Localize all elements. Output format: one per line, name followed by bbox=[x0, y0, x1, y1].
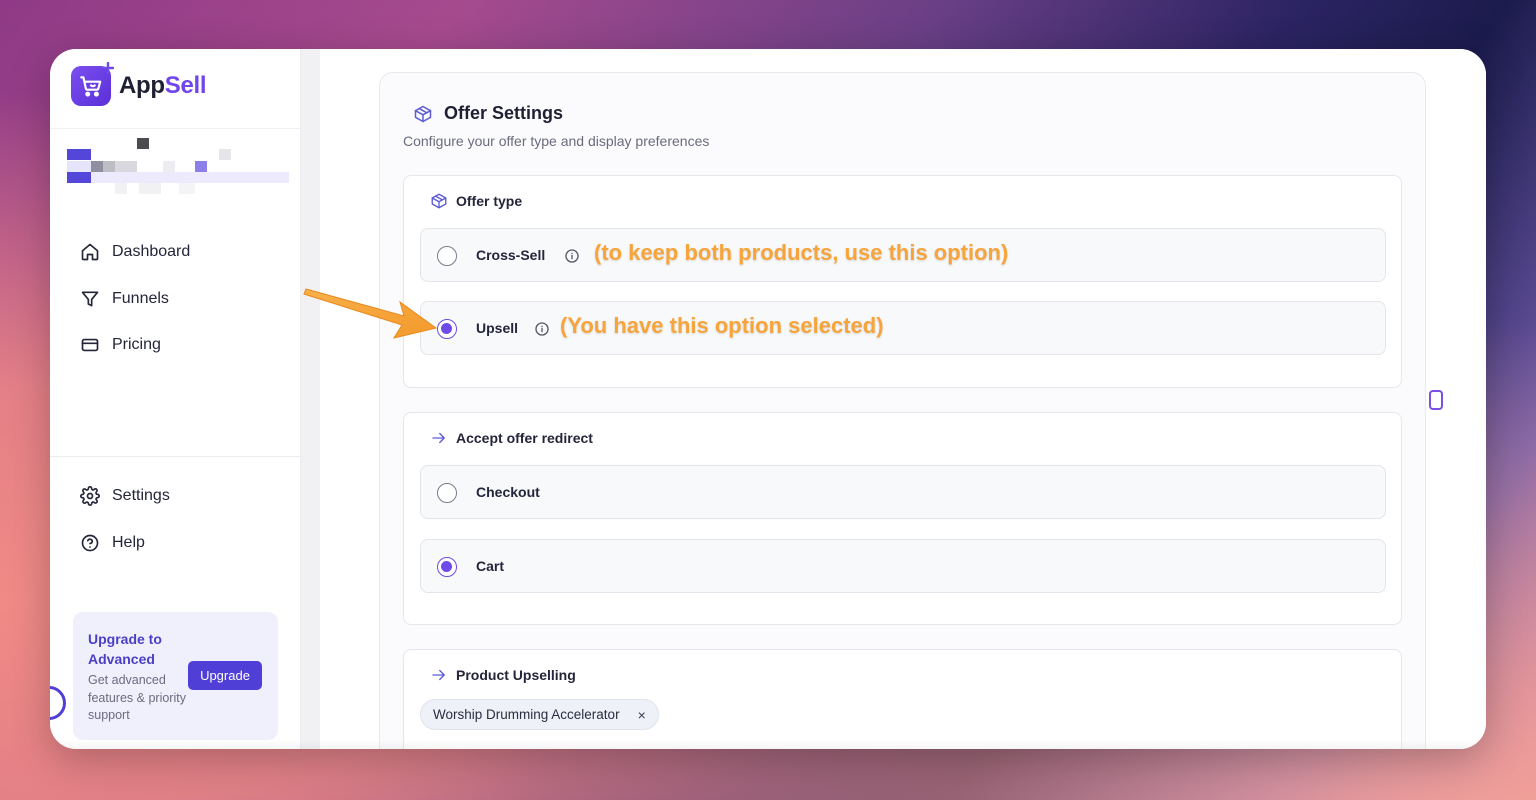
nav-item-help[interactable]: Help bbox=[80, 520, 170, 567]
nav-label: Dashboard bbox=[112, 243, 191, 261]
panel-title: Offer Settings bbox=[413, 103, 563, 124]
section-heading: Product Upselling bbox=[430, 666, 576, 684]
box-icon bbox=[431, 193, 447, 209]
arrow-right-icon bbox=[432, 669, 445, 681]
nav-label: Pricing bbox=[112, 336, 161, 354]
offer-settings-panel: Offer Settings Configure your offer type… bbox=[379, 72, 1426, 749]
product-chip: Worship Drumming Accelerator × bbox=[420, 699, 659, 730]
nav-item-dashboard[interactable]: Dashboard bbox=[80, 229, 190, 276]
option-checkout[interactable]: Checkout bbox=[420, 465, 1386, 519]
arrow-right-icon bbox=[432, 432, 445, 444]
option-label: Upsell bbox=[476, 320, 519, 336]
primary-nav: Dashboard Funnels Pricing bbox=[80, 229, 190, 369]
section-heading-text: Product Upselling bbox=[456, 667, 576, 683]
brand-app: App bbox=[119, 72, 165, 99]
nav-item-pricing[interactable]: Pricing bbox=[80, 322, 190, 369]
option-label: Cross-Sell bbox=[476, 247, 546, 263]
brand-sell: Sell bbox=[164, 72, 207, 99]
panel-title-text: Offer Settings bbox=[444, 103, 564, 123]
nav-item-settings[interactable]: Settings bbox=[80, 473, 170, 520]
chip-remove-button[interactable]: × bbox=[638, 707, 646, 723]
cart-logo-icon bbox=[71, 62, 114, 106]
chip-label: Worship Drumming Accelerator bbox=[433, 707, 620, 722]
panel-subtitle: Configure your offer type and display pr… bbox=[403, 133, 710, 149]
section-heading: Offer type bbox=[430, 192, 522, 210]
divider bbox=[50, 128, 301, 129]
upgrade-description: Get advanced features & priority support bbox=[88, 673, 186, 722]
sidebar-gutter bbox=[301, 49, 320, 749]
help-circle-icon bbox=[81, 534, 99, 552]
info-icon[interactable] bbox=[564, 248, 580, 264]
section-heading-text: Accept offer redirect bbox=[456, 430, 593, 446]
floating-edge-icon[interactable] bbox=[1429, 390, 1443, 410]
option-label: Cart bbox=[476, 558, 505, 574]
app-logo[interactable]: AppSell bbox=[71, 62, 207, 106]
upgrade-button[interactable]: Upgrade bbox=[188, 661, 262, 690]
funnel-icon bbox=[81, 291, 99, 307]
floating-widget-icon[interactable] bbox=[50, 686, 66, 720]
accept-redirect-section: Accept offer redirect Checkout Cart bbox=[403, 412, 1402, 625]
sidebar: AppSell Dashboard Funnels Pricing Settin… bbox=[50, 49, 301, 749]
section-heading: Accept offer redirect bbox=[430, 429, 593, 447]
app-window: AppSell Dashboard Funnels Pricing Settin… bbox=[50, 49, 1486, 749]
upgrade-card: Upgrade to Advanced Get advanced feature… bbox=[73, 612, 278, 740]
box-icon bbox=[414, 105, 432, 122]
nav-label: Funnels bbox=[112, 289, 169, 307]
option-upsell[interactable]: Upsell (You have this option selected) bbox=[420, 301, 1386, 355]
secondary-nav: Settings Help bbox=[80, 473, 170, 566]
offer-type-section: Offer type Cross-Sell (to keep both prod… bbox=[403, 175, 1402, 388]
checkout-radio[interactable] bbox=[437, 483, 457, 503]
info-icon[interactable] bbox=[534, 321, 550, 337]
nav-label: Help bbox=[112, 533, 145, 551]
bottom-shadow bbox=[50, 739, 1486, 749]
product-upselling-section: Product Upselling Worship Drumming Accel… bbox=[403, 649, 1402, 749]
cross-sell-radio[interactable] bbox=[437, 246, 457, 266]
home-icon bbox=[81, 243, 99, 261]
nav-item-funnels[interactable]: Funnels bbox=[80, 276, 190, 323]
option-cross-sell[interactable]: Cross-Sell (to keep both products, use t… bbox=[420, 228, 1386, 282]
option-cart[interactable]: Cart bbox=[420, 539, 1386, 593]
option-label: Checkout bbox=[476, 484, 540, 500]
annotation-text: (to keep both products, use this option) bbox=[594, 240, 1009, 265]
annotation-arrow-icon bbox=[303, 288, 438, 339]
account-avatar-redacted[interactable] bbox=[67, 135, 289, 199]
brand-name: AppSell bbox=[119, 72, 207, 100]
divider bbox=[50, 456, 301, 457]
annotation-text: (You have this option selected) bbox=[560, 313, 884, 338]
main-content: Offer Settings Configure your offer type… bbox=[320, 49, 1486, 749]
upgrade-title: Upgrade to Advanced bbox=[88, 631, 162, 667]
credit-card-icon bbox=[81, 339, 99, 352]
nav-label: Settings bbox=[112, 487, 170, 505]
cart-radio[interactable] bbox=[437, 557, 457, 577]
section-heading-text: Offer type bbox=[456, 193, 523, 209]
gear-icon bbox=[80, 486, 100, 507]
